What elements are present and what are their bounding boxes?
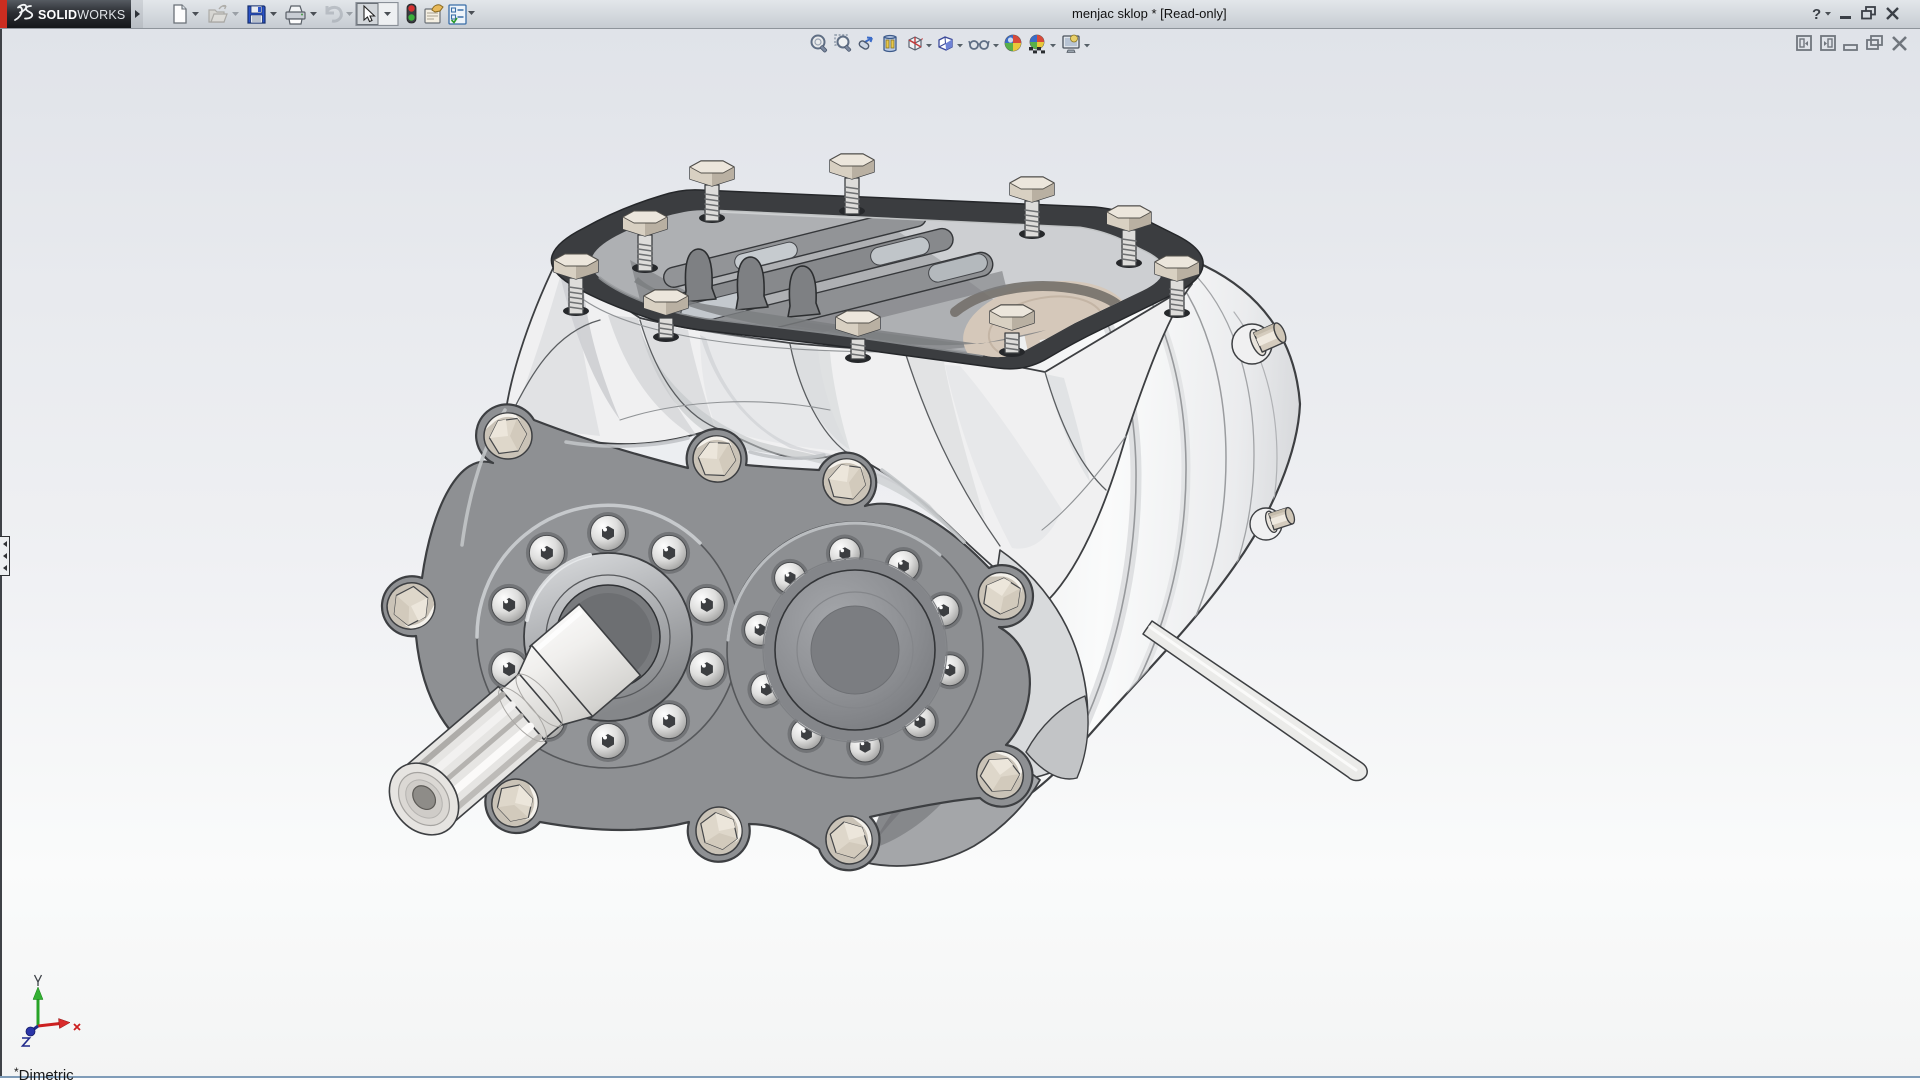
svg-text:SOLIDWORKS: SOLIDWORKS [38,8,125,22]
svg-text:?: ? [1812,6,1821,23]
